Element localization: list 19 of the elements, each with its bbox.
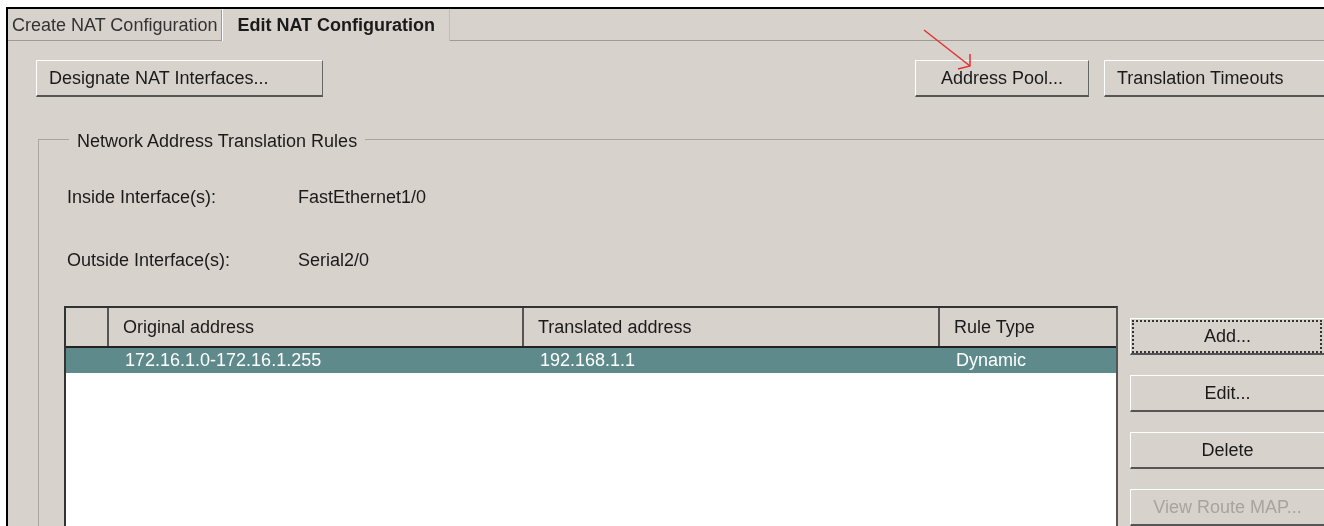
action-button[interactable]: Add... xyxy=(1130,318,1324,355)
action-button[interactable]: Edit... xyxy=(1130,375,1324,412)
column-header[interactable]: Translated address xyxy=(524,308,940,346)
table-row[interactable]: 172.16.1.0-172.16.1.255 192.168.1.1 Dynamic xyxy=(66,348,1116,373)
table-cell-text: 192.168.1.1 xyxy=(540,349,636,372)
field-label: Inside Interface(s): xyxy=(67,185,218,209)
column-header[interactable]: Original address xyxy=(109,308,524,346)
tab[interactable]: Edit NAT Configuration xyxy=(222,9,451,41)
table-cell-text: 172.16.1.0-172.16.1.255 xyxy=(125,349,322,372)
action-button[interactable]: Delete xyxy=(1130,432,1324,469)
translation-timeouts-button[interactable]: Translation Timeouts xyxy=(1104,60,1324,97)
field-value: Serial2/0 xyxy=(298,248,370,272)
address-pool-button[interactable]: Address Pool... xyxy=(915,60,1089,97)
field-label: Outside Interface(s): xyxy=(67,248,232,272)
designate-interfaces-button[interactable]: Designate NAT Interfaces... xyxy=(36,60,323,97)
field-value: FastEthernet1/0 xyxy=(298,185,427,209)
table-cell-text: Dynamic xyxy=(956,349,1026,372)
pointer-arrow-icon xyxy=(922,28,974,72)
column-header[interactable]: Rule Type xyxy=(940,308,1116,346)
